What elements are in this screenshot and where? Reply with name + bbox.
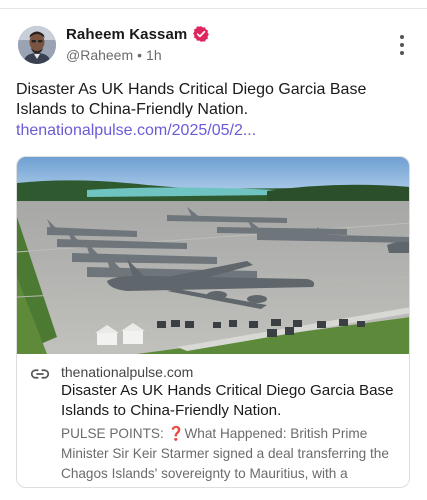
post-header: Raheem Kassam @Raheem • 1h (18, 24, 413, 66)
top-divider (0, 8, 427, 9)
post-link[interactable]: thenationalpulse.com/2025/05/2... (16, 121, 256, 141)
card-domain: thenationalpulse.com (61, 364, 194, 380)
more-vertical-icon[interactable] (391, 32, 413, 58)
card-description-prefix: PULSE POINTS: (61, 426, 168, 441)
question-mark-icon: ❓ (167, 426, 185, 441)
link-icon (31, 369, 49, 379)
verified-badge-icon (192, 25, 210, 43)
card-title[interactable]: Disaster As UK Hands Critical Diego Garc… (61, 381, 406, 421)
card-body: thenationalpulse.com Disaster As UK Hand… (17, 355, 409, 487)
avatar[interactable] (18, 26, 56, 64)
card-description: PULSE POINTS: ❓What Happened: British Pr… (61, 424, 406, 484)
post-meta: @Raheem • 1h (66, 47, 210, 65)
post-time[interactable]: 1h (146, 47, 162, 63)
author-handle[interactable]: @Raheem (66, 47, 133, 63)
meta-separator: • (137, 47, 143, 63)
link-preview-card[interactable]: thenationalpulse.com Disaster As UK Hand… (16, 156, 410, 488)
avatar-image (18, 26, 56, 64)
author-name[interactable]: Raheem Kassam (66, 26, 187, 43)
card-image (17, 157, 409, 354)
author-block: Raheem Kassam @Raheem • 1h (66, 24, 210, 65)
post-text: Disaster As UK Hands Critical Diego Garc… (16, 81, 367, 118)
